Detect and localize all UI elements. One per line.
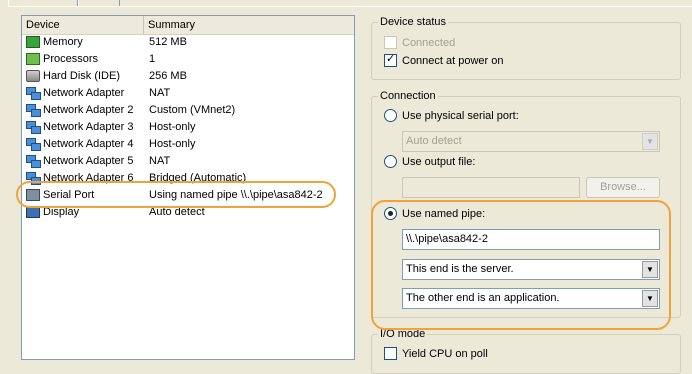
- hard-disk-icon: [26, 70, 40, 82]
- device-name: Network Adapter 2: [43, 104, 134, 116]
- device-name: Hard Disk (IDE): [43, 70, 121, 82]
- device-summary: Bridged (Automatic): [149, 172, 247, 184]
- device-summary: Auto detect: [149, 206, 205, 218]
- device-row[interactable]: Network Adapter 3 Host-only: [22, 119, 354, 136]
- device-summary: Custom (VMnet2): [149, 104, 236, 116]
- column-header-device[interactable]: Device: [22, 16, 144, 34]
- output-file-label: Use output file:: [402, 156, 476, 168]
- named-pipe-input[interactable]: \\.\pipe\asa842-2: [402, 229, 660, 250]
- pipe-end-value: This end is the server.: [406, 263, 514, 275]
- chevron-down-icon: ▼: [642, 290, 658, 307]
- device-name: Processors: [43, 53, 99, 65]
- connection-title: Connection: [378, 90, 438, 103]
- column-header-summary[interactable]: Summary: [144, 16, 354, 34]
- connected-checkbox[interactable]: [384, 36, 397, 49]
- device-list: Device Summary Memory 512 MB Processors 1 Ha…: [21, 15, 355, 360]
- device-row[interactable]: Serial Port Using named pipe \\.\pipe\asa…: [22, 187, 354, 204]
- device-name: Display: [43, 206, 80, 218]
- chevron-down-icon: ▼: [642, 133, 658, 150]
- connection-group: Connection Use physical serial port: Aut…: [371, 90, 681, 318]
- network-adapter-icon: [26, 104, 41, 117]
- device-row[interactable]: Display Auto detect: [22, 204, 354, 221]
- other-end-select[interactable]: The other end is an application. ▼: [402, 288, 660, 309]
- device-summary: Using named pipe \\.\pipe\asa842-2: [149, 189, 323, 201]
- device-row[interactable]: Hard Disk (IDE) 256 MB: [22, 68, 354, 85]
- network-adapter-icon: [26, 172, 41, 185]
- device-name: Memory: [43, 36, 83, 48]
- device-name: Network Adapter 5: [43, 155, 134, 167]
- device-row[interactable]: Network Adapter 6 Bridged (Automatic): [22, 170, 354, 187]
- connect-at-power-on-label: Connect at power on: [402, 55, 504, 67]
- device-row[interactable]: Network Adapter 2 Custom (VMnet2): [22, 102, 354, 119]
- device-summary: Host-only: [149, 121, 196, 133]
- output-file-input[interactable]: [402, 177, 580, 198]
- physical-serial-port-radio[interactable]: [384, 109, 397, 122]
- physical-port-select[interactable]: Auto detect ▼: [402, 131, 660, 152]
- yield-cpu-checkbox[interactable]: [384, 347, 397, 360]
- connect-at-power-on-checkbox[interactable]: ✓: [384, 53, 397, 67]
- chevron-down-icon: ▼: [642, 261, 658, 278]
- network-adapter-icon: [26, 155, 41, 168]
- other-end-value: The other end is an application.: [406, 292, 560, 304]
- physical-port-value: Auto detect: [406, 135, 462, 147]
- processor-icon: [26, 53, 40, 65]
- device-summary: Host-only: [149, 138, 196, 150]
- memory-icon: [26, 36, 40, 48]
- device-name: Serial Port: [43, 189, 95, 201]
- browse-button[interactable]: Browse...: [586, 177, 660, 198]
- physical-serial-port-label: Use physical serial port:: [402, 110, 519, 122]
- device-summary: NAT: [149, 87, 171, 99]
- check-icon: ✓: [386, 53, 396, 65]
- named-pipe-label: Use named pipe:: [402, 208, 486, 220]
- io-mode-group: I/O mode Yield CPU on poll: [371, 328, 681, 374]
- io-mode-title: I/O mode: [378, 328, 428, 341]
- device-name: Network Adapter 3: [43, 121, 134, 133]
- output-file-radio[interactable]: [384, 155, 397, 168]
- network-adapter-icon: [26, 121, 41, 134]
- connected-label: Connected: [402, 37, 456, 49]
- device-row[interactable]: Network Adapter 5 NAT: [22, 153, 354, 170]
- device-row[interactable]: Memory 512 MB: [22, 34, 354, 51]
- device-summary: NAT: [149, 155, 171, 167]
- device-summary: 512 MB: [149, 36, 187, 48]
- device-status-title: Device status: [378, 16, 449, 29]
- device-row[interactable]: Network Adapter NAT: [22, 85, 354, 102]
- pipe-end-select[interactable]: This end is the server. ▼: [402, 259, 660, 280]
- radio-selected-dot: [388, 211, 393, 216]
- device-status-group: Device status Connected ✓ Connect at pow…: [371, 16, 681, 80]
- device-row[interactable]: Network Adapter 4 Host-only: [22, 136, 354, 153]
- network-adapter-icon: [26, 138, 41, 151]
- device-summary: 256 MB: [149, 70, 187, 82]
- device-row[interactable]: Processors 1: [22, 51, 354, 68]
- device-name: Network Adapter 4: [43, 138, 134, 150]
- named-pipe-radio[interactable]: [384, 207, 397, 220]
- device-name: Network Adapter 6: [43, 172, 134, 184]
- device-summary: 1: [149, 53, 156, 65]
- device-name: Network Adapter: [43, 87, 125, 99]
- serial-port-icon: [26, 189, 40, 201]
- yield-cpu-label: Yield CPU on poll: [402, 348, 488, 360]
- network-adapter-icon: [26, 87, 41, 100]
- list-header: Device Summary: [22, 16, 354, 35]
- display-icon: [26, 206, 40, 218]
